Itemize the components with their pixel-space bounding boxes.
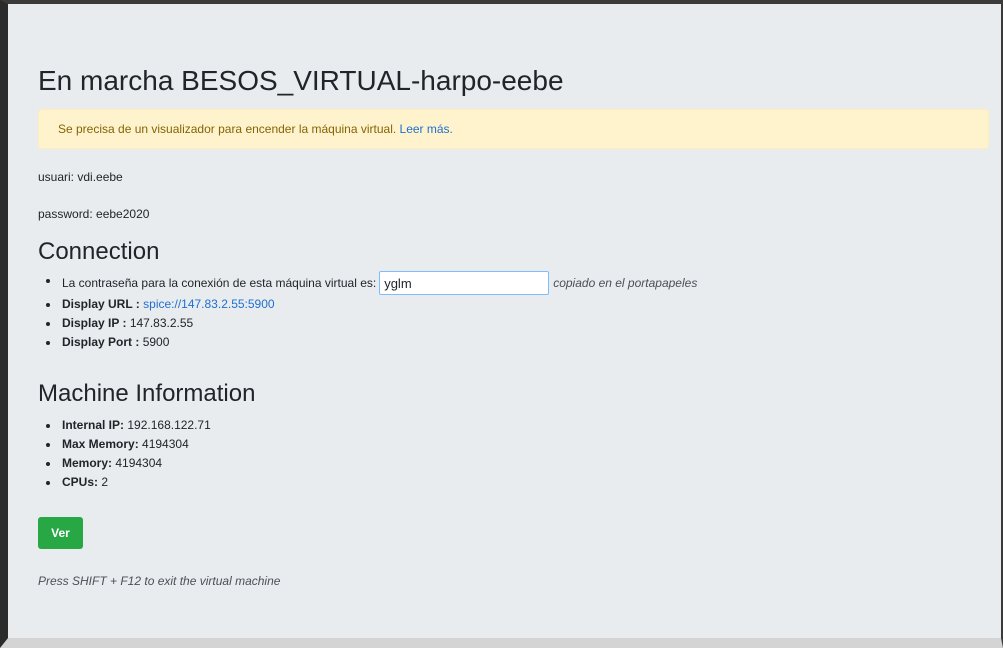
display-port-label: Display Port : [62,335,140,349]
memory-label: Memory: [62,456,113,470]
list-item: Display URL : spice://147.83.2.55:5900 [38,295,697,314]
exit-hint: Press SHIFT + F12 to exit the virtual ma… [38,574,281,588]
connection-password-input[interactable] [379,271,550,295]
connection-heading: Connection [38,238,160,265]
alert-text: Se precisa de un visualizador para encen… [58,122,400,136]
cpus-label: CPUs: [62,475,99,489]
display-url-link[interactable]: spice://147.83.2.55:5900 [143,297,274,311]
display-ip-value: 147.83.2.55 [129,316,194,330]
list-item: Memory: 4194304 [38,454,211,473]
window-frame: En marcha BESOS_VIRTUAL-harpo-eebe Se pr… [0,0,1003,648]
read-more-link[interactable]: Leer más. [400,122,453,136]
copied-note: copiado en el portapapeles [553,275,698,290]
list-item: CPUs: 2 [38,473,211,492]
memory-value: 4194304 [115,456,163,470]
internal-ip-label: Internal IP: [62,418,125,432]
display-url-label: Display URL : [62,297,140,311]
cpus-value: 2 [101,475,109,489]
view-button[interactable]: Ver [38,517,83,549]
machine-info-list: Internal IP: 192.168.122.71 Max Memory: … [38,416,211,492]
password-line: password: eebe2020 [38,207,150,221]
display-ip-label: Display IP : [62,316,127,330]
machine-info-heading: Machine Information [38,380,256,407]
internal-ip-value: 192.168.122.71 [127,418,211,432]
list-item: Internal IP: 192.168.122.71 [38,416,211,435]
page-title: En marcha BESOS_VIRTUAL-harpo-eebe [38,65,564,96]
max-memory-label: Max Memory: [62,437,139,451]
list-item: Max Memory: 4194304 [38,435,211,454]
list-item: La contraseña para la conexión de esta m… [38,271,697,295]
display-port-value: 5900 [142,335,170,349]
max-memory-value: 4194304 [142,437,189,451]
password-label: La contraseña para la conexión de esta m… [62,275,377,290]
list-item: Display IP : 147.83.2.55 [38,314,697,333]
viewer-alert: Se precisa de un visualizador para encen… [38,109,989,149]
connection-list: La contraseña para la conexión de esta m… [38,271,697,352]
list-item: Display Port : 5900 [38,333,697,352]
user-line: usuari: vdi.eebe [38,170,123,184]
